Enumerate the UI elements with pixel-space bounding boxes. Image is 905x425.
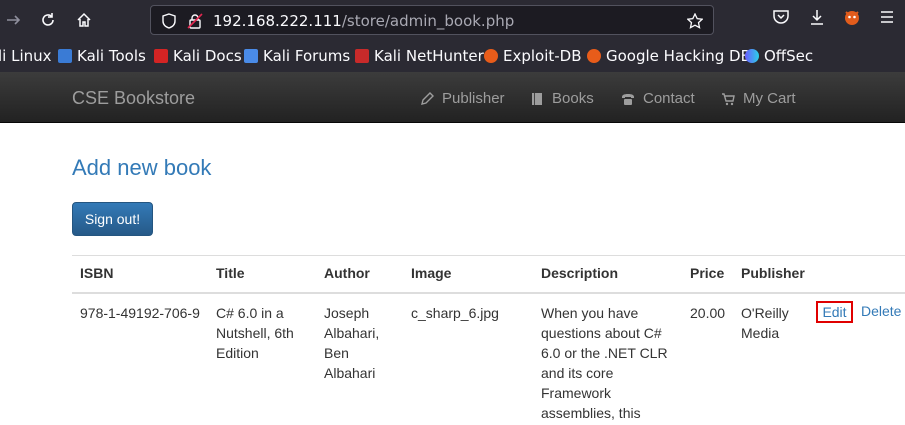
- url-host: 192.168.222.111: [213, 12, 342, 30]
- column-header-image: Image: [411, 265, 452, 281]
- nav-label: My Cart: [743, 90, 796, 107]
- bookmark-google-hacking-db[interactable]: Google Hacking DB: [587, 47, 751, 65]
- bookmark-label: Google Hacking DB: [606, 47, 751, 65]
- book-icon: [530, 92, 544, 106]
- column-header-publisher: Publisher: [741, 265, 805, 281]
- kali-docs-icon: [154, 49, 168, 63]
- cell-image: c_sharp_6.jpg: [411, 305, 499, 321]
- bookmark-label: li Linux: [0, 47, 52, 65]
- nav-label: Publisher: [442, 90, 505, 107]
- bookmark-label: Kali Tools: [77, 47, 146, 65]
- home-icon[interactable]: [72, 8, 96, 32]
- bookmark-offsec[interactable]: OffSec: [745, 47, 813, 65]
- exploit-db-icon: [484, 49, 498, 63]
- table-top-border: [72, 255, 905, 256]
- nav-contact[interactable]: Contact: [621, 90, 695, 107]
- bookmark-exploit-db[interactable]: Exploit-DB: [484, 47, 582, 65]
- cell-publisher: O'Reilly Media: [741, 305, 789, 341]
- delete-link[interactable]: Delete: [861, 303, 901, 319]
- bookmark-label: Kali Docs: [173, 47, 242, 65]
- bookmark-label: Kali NetHunter: [374, 47, 484, 65]
- nav-publisher[interactable]: Publisher: [420, 90, 505, 107]
- sign-out-button[interactable]: Sign out!: [72, 202, 153, 236]
- nav-label: Books: [552, 90, 594, 107]
- pencil-icon: [420, 91, 434, 106]
- bookmark-kali-forums[interactable]: Kali Forums: [244, 47, 350, 65]
- column-header-description: Description: [541, 265, 619, 281]
- offsec-icon: [745, 49, 759, 63]
- url-text: 192.168.222.111/store/admin_book.php: [213, 12, 514, 30]
- column-header-title: Title: [216, 265, 245, 281]
- download-icon[interactable]: [808, 8, 826, 31]
- address-bar[interactable]: 192.168.222.111/store/admin_book.php: [150, 5, 714, 35]
- bookmark-star-icon[interactable]: [686, 12, 704, 34]
- bookmark-kali-docs[interactable]: Kali Docs: [154, 47, 242, 65]
- browser-toolbar: 192.168.222.111/store/admin_book.php: [0, 0, 905, 40]
- cell-description: When you have questions about C# 6.0 or …: [541, 305, 668, 421]
- column-header-author: Author: [324, 265, 370, 281]
- bookmark-kali-linux[interactable]: li Linux: [0, 47, 52, 65]
- table-header-border: [72, 292, 905, 294]
- site-brand[interactable]: CSE Bookstore: [72, 88, 195, 109]
- kali-forums-icon: [244, 49, 258, 63]
- cell-title: C# 6.0 in a Nutshell, 6th Edition: [216, 305, 294, 361]
- shield-icon[interactable]: [161, 13, 177, 34]
- kali-nethunter-icon: [355, 49, 369, 63]
- nav-label: Contact: [643, 90, 695, 107]
- site-navbar: CSE Bookstore Publisher Books Contact My…: [0, 72, 905, 123]
- ghdb-icon: [587, 49, 601, 63]
- url-path: /store/admin_book.php: [341, 12, 515, 30]
- insecure-lock-icon[interactable]: [187, 13, 203, 34]
- reload-icon[interactable]: [36, 8, 60, 32]
- cell-author: Joseph Albahari, Ben Albahari: [324, 305, 380, 381]
- column-header-price: Price: [690, 265, 725, 281]
- add-new-book-link[interactable]: Add new book: [72, 155, 211, 181]
- bookmark-label: Exploit-DB: [503, 47, 582, 65]
- bookmark-kali-tools[interactable]: Kali Tools: [58, 47, 146, 65]
- forward-icon[interactable]: [2, 8, 26, 32]
- nav-books[interactable]: Books: [530, 90, 594, 107]
- bookmark-label: OffSec: [764, 47, 814, 65]
- bookmark-label: Kali Forums: [263, 47, 351, 65]
- extension-fox-icon[interactable]: [843, 8, 861, 31]
- edit-link[interactable]: Edit: [816, 301, 853, 323]
- kali-tools-icon: [58, 49, 72, 63]
- cell-price: 20.00: [690, 305, 726, 321]
- cart-icon: [721, 92, 735, 106]
- menu-icon[interactable]: [878, 8, 896, 31]
- column-header-isbn: ISBN: [80, 265, 114, 281]
- bookmarks-bar: li Linux Kali Tools Kali Docs Kali Forum…: [0, 40, 905, 72]
- cell-isbn: 978-1-49192-706-9: [80, 305, 200, 321]
- bookmark-kali-nethunter[interactable]: Kali NetHunter: [355, 47, 484, 65]
- phone-icon: [621, 92, 635, 106]
- nav-my-cart[interactable]: My Cart: [721, 90, 796, 107]
- pocket-icon[interactable]: [772, 8, 790, 31]
